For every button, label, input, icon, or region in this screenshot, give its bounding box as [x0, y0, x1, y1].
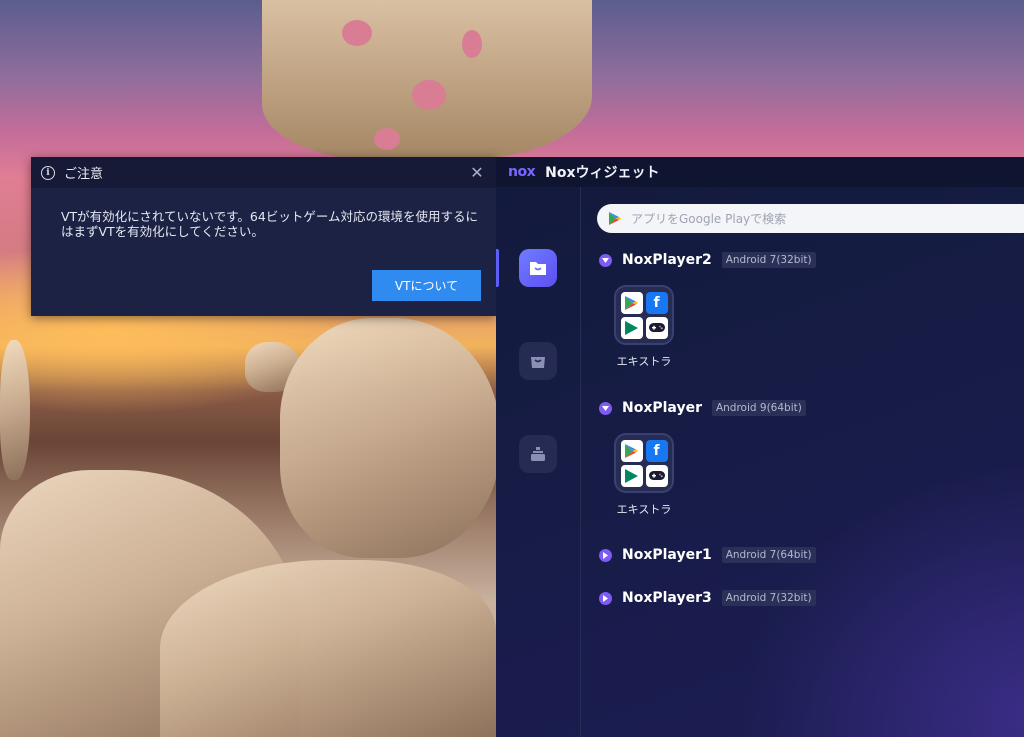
- app-folder-label: エキストラ: [616, 503, 672, 516]
- instance-row-noxplayer[interactable]: NoxPlayer Android 9(64bit): [599, 398, 806, 418]
- play-games-icon: [620, 316, 643, 339]
- instance-row-noxplayer3[interactable]: NoxPlayer3 Android 7(32bit): [599, 588, 816, 608]
- android-version-badge: Android 9(64bit): [711, 400, 806, 416]
- nox-widget-window: nox Noxウィジェット アプリをGoogle Playで検索 NoxPlay…: [496, 157, 1024, 737]
- rock: [280, 318, 500, 558]
- facebook-icon: f: [645, 439, 668, 462]
- rock: [0, 340, 30, 480]
- play-store-icon: [620, 439, 643, 462]
- instance-row-noxplayer1[interactable]: NoxPlayer1 Android 7(64bit): [599, 545, 816, 565]
- google-play-icon: [609, 212, 621, 225]
- app-folder-extra[interactable]: f エキストラ: [614, 285, 676, 369]
- chevron-down-icon: [599, 401, 612, 415]
- store-icon: [531, 357, 545, 368]
- dialog-title: ご注意: [64, 167, 104, 182]
- sidebar-item-toolbox[interactable]: [519, 435, 557, 473]
- nox-logo: nox: [508, 164, 536, 180]
- dialog-message: VTが有効化にされていないです。64ビットゲーム対応の環境を使用するにはまずVT…: [61, 209, 478, 239]
- vt-warning-dialog: i ご注意 ✕ VTが有効化にされていないです。64ビットゲーム対応の環境を使用…: [31, 157, 496, 316]
- rock: [160, 560, 496, 737]
- android-version-badge: Android 7(32bit): [721, 590, 816, 606]
- instance-name: NoxPlayer2: [622, 252, 712, 268]
- vt-info-button[interactable]: VTについて: [372, 270, 481, 301]
- gamepad-icon: [645, 464, 668, 487]
- search-input[interactable]: [629, 210, 1013, 227]
- app-folder-label: エキストラ: [616, 355, 672, 368]
- app-folder-extra[interactable]: f エキストラ: [614, 433, 676, 517]
- active-indicator: [496, 249, 499, 287]
- close-icon[interactable]: ✕: [468, 163, 486, 182]
- instance-name: NoxPlayer: [622, 400, 702, 416]
- dialog-titlebar: i ご注意 ✕: [31, 157, 496, 188]
- sidebar-item-store[interactable]: [519, 342, 557, 380]
- gamepad-icon: [645, 316, 668, 339]
- chevron-right-icon: [599, 591, 612, 605]
- play-search-bar[interactable]: [597, 204, 1024, 233]
- info-icon: i: [41, 165, 55, 180]
- widget-sidebar: [496, 187, 581, 737]
- arch-hole: [462, 30, 482, 58]
- android-version-badge: Android 7(32bit): [721, 252, 816, 268]
- chevron-down-icon: [599, 253, 612, 267]
- instance-row-noxplayer2[interactable]: NoxPlayer2 Android 7(32bit): [599, 250, 816, 270]
- app-folder-icon: f: [614, 285, 674, 345]
- instance-name: NoxPlayer3: [622, 590, 712, 606]
- android-version-badge: Android 7(64bit): [721, 547, 816, 563]
- play-store-icon: [620, 291, 643, 314]
- arch-hole: [412, 80, 446, 110]
- arch-hole: [342, 20, 372, 46]
- chevron-right-icon: [599, 548, 612, 562]
- toolbox-icon: [531, 447, 545, 461]
- widget-titlebar: nox Noxウィジェット: [496, 157, 1024, 187]
- play-games-icon: [620, 464, 643, 487]
- widget-title: Noxウィジェット: [545, 165, 660, 181]
- home-icon: [530, 262, 546, 275]
- sidebar-item-home[interactable]: [519, 249, 557, 287]
- facebook-icon: f: [645, 291, 668, 314]
- rock-arch: [262, 0, 592, 160]
- arch-hole: [374, 128, 400, 150]
- app-folder-icon: f: [614, 433, 674, 493]
- instance-name: NoxPlayer1: [622, 547, 712, 563]
